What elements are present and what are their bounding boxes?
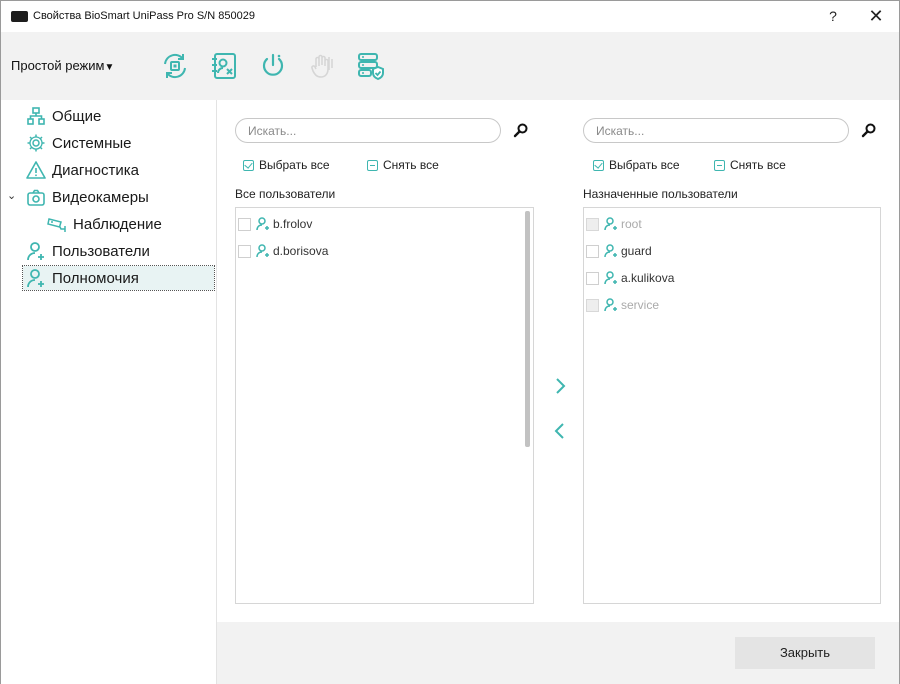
nav-item-label: Полномочия <box>52 269 139 287</box>
uncheck-icon <box>367 159 378 171</box>
user-name: root <box>621 217 642 231</box>
select-all-button[interactable]: Выбрать все <box>593 158 680 172</box>
list-item[interactable]: a.kulikova <box>586 267 674 289</box>
mode-label: Простой режим <box>11 58 105 73</box>
nav-item-general[interactable]: Общие <box>25 104 101 128</box>
nav-item-surveillance[interactable]: Наблюдение <box>46 212 162 236</box>
title-bar: Свойства BioSmart UniPass Pro S/N 850029… <box>1 1 899 32</box>
power-icon <box>262 53 284 76</box>
nav-item-label: Наблюдение <box>73 215 162 233</box>
sync-icon <box>164 53 186 79</box>
deselect-all-label: Снять все <box>383 158 439 172</box>
properties-window: Свойства BioSmart UniPass Pro S/N 850029… <box>0 0 900 684</box>
add-to-assigned-button[interactable] <box>550 376 570 396</box>
list-item: root <box>586 213 642 235</box>
chevron-down-icon: ▼ <box>104 62 115 73</box>
user-add-icon <box>604 244 617 258</box>
nav-item-label: Системные <box>52 134 132 152</box>
nav-item-cameras[interactable]: Видеокамеры <box>25 185 149 209</box>
settings-nav: Общие Системные Диагностика ⌄ Видеокамер… <box>1 100 217 684</box>
uncheck-icon <box>714 159 725 171</box>
user-checkbox[interactable] <box>238 217 251 231</box>
check-icon <box>243 159 254 171</box>
list-item[interactable]: d.borisova <box>238 240 328 262</box>
user-checkbox[interactable] <box>238 244 251 258</box>
deselect-all-button[interactable]: Снять все <box>367 158 439 172</box>
help-button[interactable]: ? <box>823 6 843 26</box>
assigned-users-title: Назначенные пользователи <box>583 187 738 201</box>
device-icon <box>11 11 28 22</box>
check-icon <box>593 159 604 171</box>
chevron-left-icon <box>554 423 564 439</box>
toolbar: Простой режим▼ <box>1 32 899 100</box>
nav-item-label: Пользователи <box>52 242 150 260</box>
list-item[interactable]: b.frolov <box>238 213 312 235</box>
search-icon[interactable] <box>861 122 877 138</box>
nav-item-label: Общие <box>52 107 102 125</box>
user-checkbox[interactable] <box>586 271 599 285</box>
user-name: a.kulikova <box>621 271 675 285</box>
select-all-button[interactable]: Выбрать все <box>243 158 330 172</box>
server-check-button[interactable] <box>355 50 387 82</box>
power-button[interactable] <box>257 50 289 82</box>
sync-button[interactable] <box>159 50 191 82</box>
deselect-all-label: Снять все <box>730 158 786 172</box>
user-add-icon <box>604 217 617 231</box>
warning-icon <box>25 159 47 181</box>
remove-user-button[interactable] <box>208 50 240 82</box>
cctv-icon <box>46 213 68 235</box>
user-add-icon <box>25 267 47 289</box>
user-name: guard <box>621 244 652 258</box>
user-add-icon <box>604 271 617 285</box>
close-window-button[interactable]: ✕ <box>865 5 887 27</box>
window-title: Свойства BioSmart UniPass Pro S/N 850029 <box>33 10 255 22</box>
search-icon[interactable] <box>513 122 529 138</box>
remove-from-assigned-button[interactable] <box>550 421 570 441</box>
all-users-list[interactable]: b.frolov d.borisova <box>235 207 534 604</box>
all-users-title: Все пользователи <box>235 187 336 201</box>
user-add-icon <box>256 244 269 258</box>
expand-arrow-icon[interactable]: ⌄ <box>7 189 16 202</box>
user-checkbox[interactable] <box>586 244 599 258</box>
user-add-icon <box>25 240 47 262</box>
all-users-search-input[interactable] <box>235 118 501 143</box>
user-name: b.frolov <box>273 217 313 231</box>
list-item[interactable]: guard <box>586 240 652 262</box>
chevron-right-icon <box>556 378 566 394</box>
deselect-all-button[interactable]: Снять все <box>714 158 786 172</box>
user-checkbox <box>586 217 599 231</box>
nav-item-label: Диагностика <box>52 161 139 179</box>
nav-item-diagnostics[interactable]: Диагностика <box>25 158 139 182</box>
assigned-users-search-input[interactable] <box>583 118 849 143</box>
nav-item-permissions[interactable]: Полномочия <box>22 265 215 291</box>
camera-icon <box>25 186 47 208</box>
select-all-label: Выбрать все <box>609 158 680 172</box>
user-name: service <box>621 298 660 312</box>
hand-icon <box>311 54 333 78</box>
scrollbar[interactable] <box>525 211 530 447</box>
nav-item-system[interactable]: Системные <box>25 131 131 155</box>
nav-item-label: Видеокамеры <box>52 188 149 206</box>
close-button[interactable]: Закрыть <box>735 637 875 669</box>
hand-button[interactable] <box>306 50 338 82</box>
select-all-label: Выбрать все <box>259 158 330 172</box>
gear-icon <box>25 132 47 154</box>
dialog-footer: Закрыть <box>217 622 899 684</box>
user-add-icon <box>604 298 617 312</box>
user-name: d.borisova <box>273 244 329 258</box>
network-icon <box>25 105 47 127</box>
permissions-panel: Выбрать все Снять все Все пользователи b… <box>217 100 899 622</box>
assigned-users-list[interactable]: root guard a.kulikova service <box>583 207 881 604</box>
user-checkbox <box>586 298 599 312</box>
user-remove-icon <box>212 53 236 79</box>
list-item: service <box>586 294 659 316</box>
nav-item-users[interactable]: Пользователи <box>25 239 150 263</box>
server-check-icon <box>358 53 384 81</box>
mode-dropdown[interactable]: Простой режим▼ <box>11 58 114 73</box>
user-add-icon <box>256 217 269 231</box>
